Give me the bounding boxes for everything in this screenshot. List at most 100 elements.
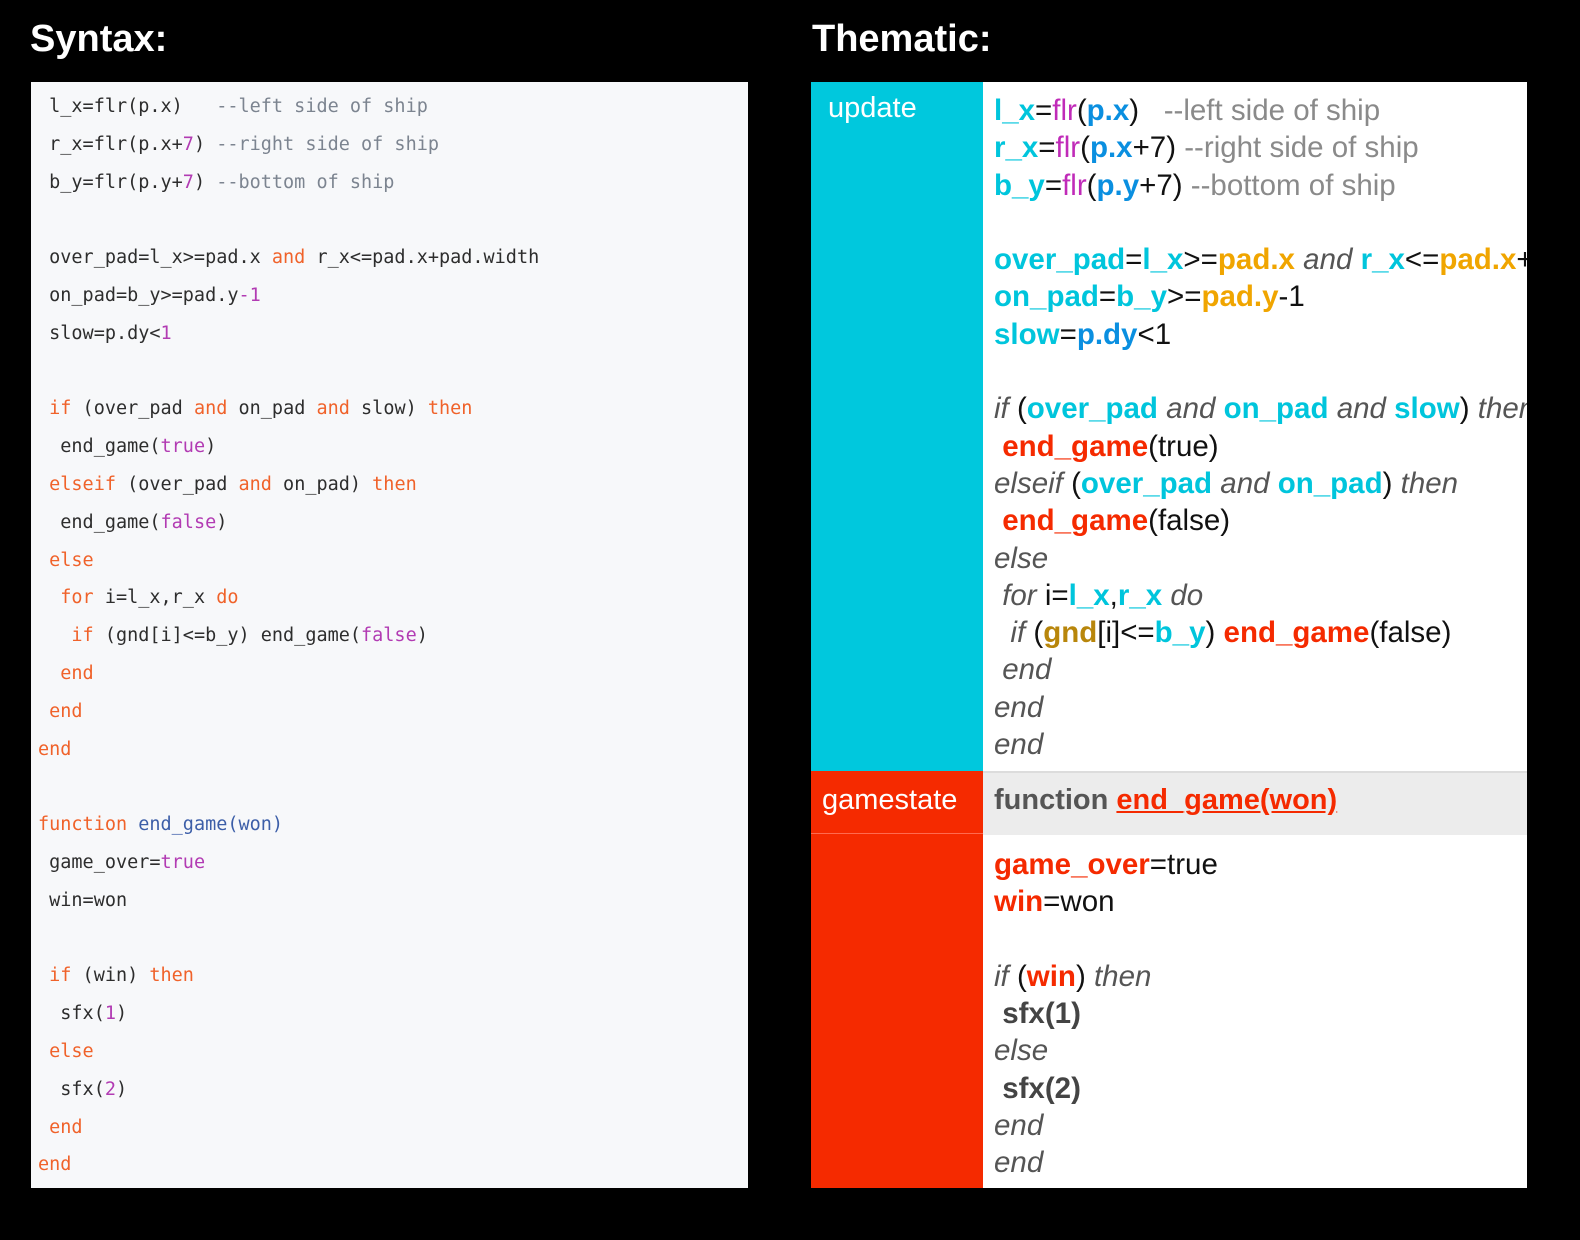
- code-token-kw: end: [1002, 653, 1052, 687]
- function-keyword: function: [994, 784, 1117, 816]
- code-token-plain: (true): [1148, 429, 1219, 463]
- code-token-plain: ): [193, 171, 217, 193]
- code-token-plain: slow): [349, 398, 428, 420]
- code-token-kw: else: [38, 1040, 94, 1062]
- code-token-prop: p.x: [1086, 94, 1130, 127]
- code-token-plain: +: [1516, 243, 1527, 277]
- code-token-kw: for: [38, 587, 94, 609]
- code-token-plain: >=: [1166, 280, 1202, 314]
- code-token-plain: ): [1382, 466, 1401, 500]
- code-line: sfx(1): [994, 995, 1218, 1032]
- code-token-plain: r_x<=pad.x+pad.width: [305, 247, 540, 269]
- code-token-kw: for: [1002, 578, 1037, 612]
- code-token-prop: p.dy: [1076, 317, 1138, 351]
- code-line: slow=p.dy<1: [38, 321, 539, 359]
- code-token-kw: and: [316, 398, 350, 420]
- code-token-comment: --bottom of ship: [1190, 168, 1396, 202]
- code-token-kw: and: [271, 247, 306, 269]
- code-token-plain: ): [115, 1003, 128, 1025]
- code-token-plain: ): [115, 1078, 128, 1100]
- code-token-kw: if: [994, 959, 1009, 993]
- code-token-num: false: [160, 511, 217, 533]
- code-token-kw: end: [38, 738, 72, 760]
- code-token-plain: sfx(: [38, 1078, 105, 1100]
- code-token-num: true: [160, 436, 206, 458]
- code-token-kw: else: [38, 549, 94, 571]
- code-line: if (over_pad and on_pad and slow) then: [38, 396, 539, 434]
- code-token-kw: then: [149, 965, 194, 987]
- code-token-num: 7: [182, 133, 194, 155]
- code-token-plain: =: [1098, 280, 1117, 314]
- code-token-red: game_over: [994, 848, 1150, 881]
- code-token-plain: i=l_x,r_x: [93, 587, 217, 609]
- code-line: end: [38, 737, 539, 775]
- gamestate-code-block: game_over=true win=won if (win) then sfx(…: [994, 846, 1218, 1182]
- code-token-plain: ): [1205, 616, 1224, 650]
- code-token-kw: do: [216, 587, 239, 609]
- code-line: else: [994, 540, 1527, 577]
- code-token-call: sfx(2): [1002, 1071, 1081, 1105]
- code-line: b_y=flr(p.y+7) --bottom of ship: [994, 167, 1527, 204]
- code-token-var: on_pad: [994, 280, 1099, 314]
- code-token-kw: then: [1477, 392, 1527, 426]
- code-line: end_game(false): [994, 502, 1527, 539]
- code-token-plain: =: [1035, 94, 1053, 127]
- code-token-plain: =: [1125, 243, 1143, 277]
- code-token-plain: ): [1459, 392, 1478, 426]
- code-token-kw: and: [1336, 392, 1386, 426]
- code-token-gnd: gnd: [1043, 616, 1098, 650]
- function-name-link[interactable]: end_game(won): [1116, 784, 1337, 816]
- code-token-plain: =: [1059, 317, 1077, 351]
- code-token-plain: (false): [1148, 504, 1231, 538]
- syntax-heading: Syntax:: [30, 18, 168, 60]
- code-token-plain: l_x=flr(p.x): [38, 96, 217, 117]
- code-token-kw: and: [238, 473, 272, 495]
- code-line: elseif (over_pad and on_pad) then: [38, 472, 539, 510]
- code-line: end_game(false): [38, 510, 539, 548]
- code-line: over_pad=l_x>=pad.x and r_x<=pad.x+pad.w…: [38, 245, 539, 283]
- code-line: over_pad=l_x>=pad.x and r_x<=pad.x+pad.w…: [994, 241, 1527, 278]
- code-token-plain: (gnd[i]<=b_y) end_game(: [93, 625, 362, 647]
- code-line: win=won: [38, 888, 539, 926]
- code-token-var: slow: [1394, 392, 1460, 426]
- code-line: function end_game(won): [38, 812, 539, 850]
- code-token-kw: elseif: [994, 466, 1063, 500]
- code-token-plain: ,: [1109, 578, 1118, 612]
- code-token-var: on_pad: [1223, 392, 1329, 426]
- code-token-plain: <=: [1404, 243, 1440, 277]
- code-token-kw: and: [1220, 466, 1270, 500]
- code-token-var: l_x: [1068, 578, 1110, 612]
- code-token-plain: =true: [1149, 848, 1218, 881]
- code-line: b_y=flr(p.y+7) --bottom of ship: [38, 170, 539, 208]
- code-line: else: [994, 1032, 1218, 1069]
- code-token-plain: (: [1062, 466, 1081, 500]
- code-token-var: b_y: [1154, 616, 1206, 650]
- code-token-kw: if: [994, 392, 1009, 426]
- code-token-kw: end: [38, 662, 94, 684]
- code-token-var: b_y: [994, 168, 1045, 202]
- code-line: end: [38, 699, 539, 737]
- code-token-fn: flr: [1062, 168, 1087, 202]
- code-token-fn: flr: [1055, 131, 1081, 165]
- code-token-plain: (: [1025, 616, 1044, 650]
- code-token-var: r_x: [1360, 243, 1405, 277]
- update-section-label: update: [811, 82, 983, 771]
- code-token-plain: win=won: [38, 889, 128, 911]
- code-token-plain: sfx(: [38, 1003, 105, 1025]
- code-token-comment: --right side of ship: [1184, 131, 1419, 165]
- code-token-num: true: [160, 851, 206, 873]
- code-token-kw: if: [38, 965, 72, 987]
- code-line: sfx(2): [38, 1077, 539, 1115]
- code-token-num: 1: [160, 322, 172, 344]
- code-token-kw: if: [1010, 616, 1026, 650]
- code-token-plain: (: [1008, 959, 1027, 993]
- code-token-kw: and: [1303, 243, 1353, 277]
